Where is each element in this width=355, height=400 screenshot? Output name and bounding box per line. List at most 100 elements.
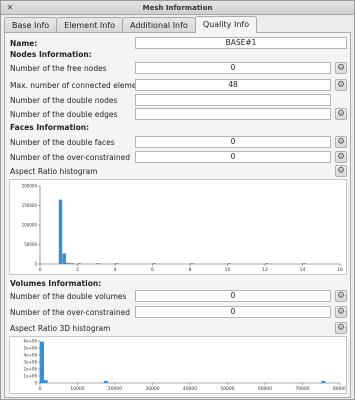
- tab-additional-info[interactable]: Additional Info: [121, 17, 196, 33]
- close-icon[interactable]: ✕: [5, 3, 15, 13]
- max-connected-compute-button[interactable]: ⚙: [335, 79, 347, 91]
- x-tick-label: 8: [189, 267, 192, 273]
- quality-info-panel: Name: BASE#1 Nodes Information: Number o…: [4, 32, 351, 398]
- aspect-ratio-histogram-label: Aspect Ratio histogram: [10, 167, 98, 176]
- gear-icon: ⚙: [336, 108, 346, 119]
- histogram-bar: [40, 341, 44, 383]
- double-nodes-row: Number of the double nodes: [10, 94, 117, 107]
- x-tick-label: 60000: [258, 386, 272, 392]
- max-connected-label: Max. number of connected elements: [10, 81, 149, 90]
- max-connected-field: 48: [135, 79, 331, 91]
- y-tick-label: 0: [34, 381, 37, 386]
- histogram-bars: [40, 341, 326, 383]
- aspect-ratio-3d-histogram-label: Aspect Ratio 3D histogram: [10, 324, 111, 333]
- aspect-ratio-histogram-row: Aspect Ratio histogram: [10, 165, 98, 178]
- double-faces-row: Number of the double faces: [10, 136, 115, 149]
- free-nodes-compute-button[interactable]: ⚙: [335, 62, 347, 74]
- nodes-header-row: Nodes Information:: [10, 48, 92, 61]
- aspect-ratio-histogram-svg: 0 50000 100000 150000 200000 0 2 4 6 8 10 12 14 16: [22, 184, 343, 274]
- x-tick-label: 14: [300, 267, 306, 273]
- double-volumes-row: Number of the double volumes: [10, 290, 126, 303]
- gear-icon: ⚙: [336, 306, 346, 317]
- double-nodes-field: [135, 94, 331, 106]
- y-tick-label: 100000: [22, 223, 38, 228]
- double-nodes-label: Number of the double nodes: [10, 96, 118, 105]
- histogram-bar: [66, 262, 70, 264]
- faces-over-constrained-field: 0: [135, 151, 331, 163]
- volumes-over-constrained-row: Number of the over-constrained: [10, 306, 130, 319]
- volumes-over-constrained-label: Number of the over-constrained: [10, 308, 130, 317]
- y-tick-label: 5e+06: [24, 346, 38, 351]
- double-faces-field: 0: [135, 136, 331, 148]
- x-tick-label: 50000: [220, 386, 234, 392]
- x-tick-label: 16: [337, 267, 343, 273]
- double-volumes-label: Number of the double volumes: [10, 292, 127, 301]
- tab-element-info[interactable]: Element Info: [56, 17, 123, 33]
- free-nodes-label: Number of the free nodes: [10, 64, 107, 73]
- aspect-ratio-compute-button[interactable]: ⚙: [335, 165, 347, 177]
- max-connected-row: Max. number of connected elements: [10, 79, 148, 92]
- y-tick-label: 200000: [22, 184, 38, 189]
- y-tick-label: 4e+06: [24, 353, 38, 358]
- faces-over-constrained-compute-button[interactable]: ⚙: [335, 151, 347, 163]
- histogram-bar: [227, 263, 231, 264]
- histogram-bar: [115, 263, 119, 264]
- gear-icon: ⚙: [336, 136, 346, 147]
- tab-bar: Base Info Element Info Additional Info Q…: [4, 16, 258, 33]
- volumes-over-constrained-compute-button[interactable]: ⚙: [335, 306, 347, 318]
- aspect-ratio-histogram: 0 50000 100000 150000 200000 0 2 4 6 8 10 12 14 16: [9, 179, 347, 275]
- x-tick-label: 20000: [108, 386, 122, 392]
- free-nodes-row: Number of the free nodes: [10, 62, 107, 75]
- histogram-bars: [58, 199, 306, 264]
- x-tick-label: 0: [39, 386, 42, 392]
- title-bar: ✕ Mesh Information: [1, 1, 354, 15]
- histogram-bar: [77, 263, 81, 264]
- y-tick-label: 150000: [22, 203, 38, 208]
- x-tick-label: 70000: [295, 386, 309, 392]
- x-tick-label: 0: [39, 267, 42, 273]
- y-tick-label: 50000: [24, 242, 37, 247]
- histogram-bar: [190, 263, 194, 264]
- x-tick-label: 12: [262, 267, 268, 273]
- histogram-bar: [265, 263, 269, 264]
- y-tick-label: 6e+06: [24, 339, 38, 344]
- gear-icon: ⚙: [336, 165, 346, 176]
- name-label: Name:: [10, 39, 38, 48]
- gear-icon: ⚙: [336, 62, 346, 73]
- x-tick-label: 40000: [183, 386, 197, 392]
- y-tick-label: 2e+06: [24, 367, 38, 372]
- gear-icon: ⚙: [336, 151, 346, 162]
- faces-over-constrained-row: Number of the over-constrained: [10, 151, 130, 164]
- histogram-bar: [321, 380, 326, 383]
- mesh-info-window: ✕ Mesh Information Base Info Element Inf…: [0, 0, 355, 400]
- faces-header: Faces Information:: [10, 123, 90, 132]
- gear-icon: ⚙: [336, 79, 346, 90]
- y-tick-label: 3e+06: [24, 360, 38, 365]
- gear-icon: ⚙: [336, 322, 346, 333]
- histogram-bar: [70, 263, 74, 264]
- x-tick-label: 10000: [70, 386, 84, 392]
- gear-icon: ⚙: [336, 290, 346, 301]
- histogram-bar: [96, 263, 100, 264]
- histogram-bar: [152, 263, 156, 264]
- double-faces-compute-button[interactable]: ⚙: [335, 136, 347, 148]
- double-volumes-compute-button[interactable]: ⚙: [335, 290, 347, 302]
- x-tick-label: 2: [76, 267, 79, 273]
- x-tick-label: 6: [151, 267, 154, 273]
- tab-base-info[interactable]: Base Info: [4, 17, 58, 33]
- histogram-bar: [43, 380, 48, 383]
- histogram-bar: [62, 253, 66, 264]
- aspect-ratio-3d-histogram-row: Aspect Ratio 3D histogram: [10, 322, 110, 335]
- volumes-header-row: Volumes Information:: [10, 277, 101, 290]
- double-edges-compute-button[interactable]: ⚙: [335, 108, 347, 120]
- double-volumes-field: 0: [135, 290, 331, 302]
- histogram-bar: [302, 263, 306, 264]
- aspect-ratio-3d-compute-button[interactable]: ⚙: [335, 322, 347, 334]
- x-tick-label: 10: [225, 267, 231, 273]
- histogram-bar: [58, 199, 63, 264]
- free-nodes-field: 0: [135, 62, 331, 74]
- histogram-bar: [103, 380, 108, 383]
- tab-quality-info[interactable]: Quality Info: [194, 16, 258, 33]
- double-edges-field: [135, 108, 331, 120]
- window-title: Mesh Information: [142, 3, 213, 12]
